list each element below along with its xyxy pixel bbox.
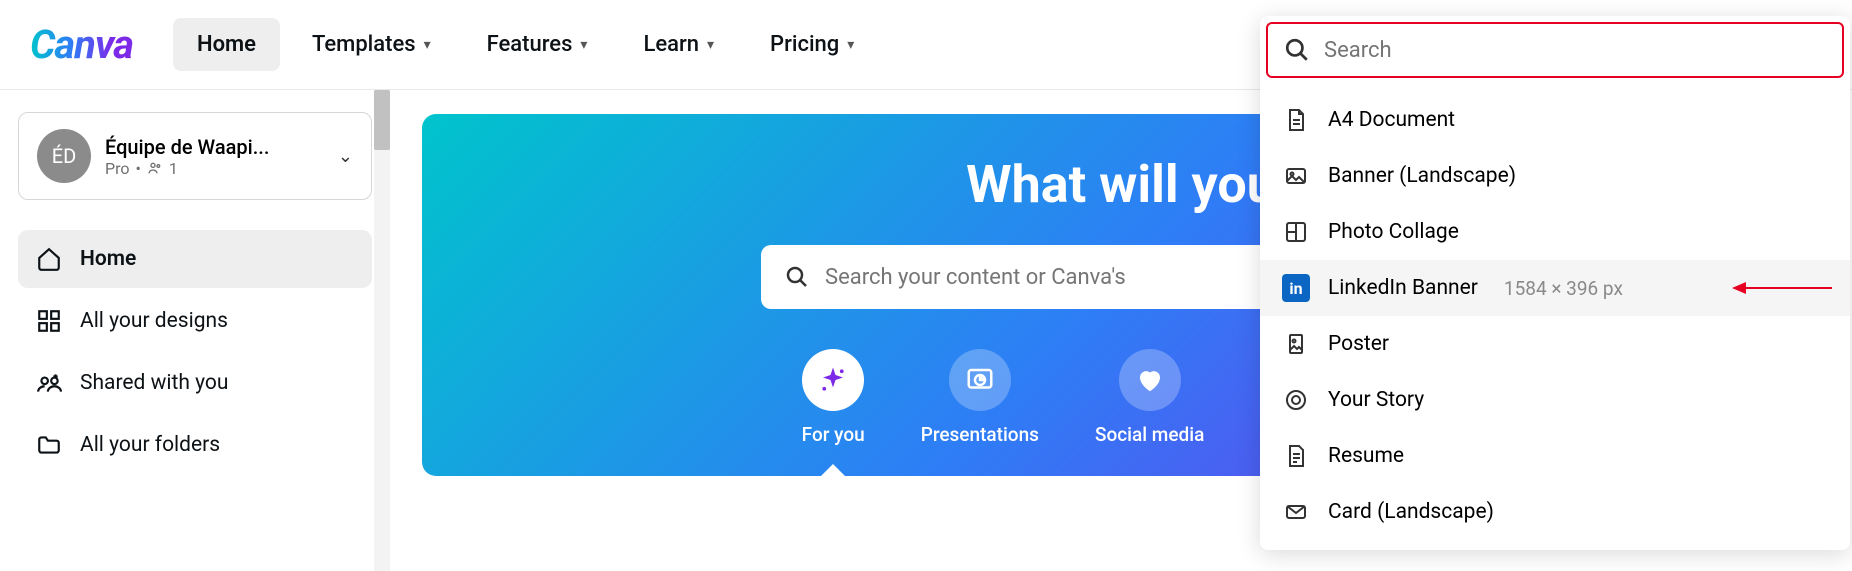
nav-pricing-label: Pricing [770, 32, 839, 57]
sidebar-item-designs[interactable]: All your designs [18, 292, 372, 350]
nav-templates-label: Templates [312, 32, 416, 57]
search-icon [1284, 37, 1310, 63]
nav-features-label: Features [487, 32, 573, 57]
suggestion-a4-document[interactable]: A4 Document [1260, 92, 1850, 148]
suggestion-label: Poster [1328, 332, 1389, 356]
suggestion-label: A4 Document [1328, 108, 1455, 132]
chevron-down-icon: ▾ [580, 37, 587, 53]
suggestion-photo-collage[interactable]: Photo Collage [1260, 204, 1850, 260]
chevron-down-icon: ▾ [424, 37, 431, 53]
sidebar-item-label: All your designs [80, 309, 228, 333]
search-dropdown: A4 Document Banner (Landscape) Photo Col… [1260, 16, 1850, 550]
category-label: Presentations [921, 423, 1039, 446]
search-icon [785, 265, 809, 289]
suggestion-your-story[interactable]: Your Story [1260, 372, 1850, 428]
suggestion-label: Resume [1328, 444, 1404, 468]
collage-icon [1282, 218, 1310, 246]
category-presentations[interactable]: Presentations [921, 349, 1039, 446]
team-member-count: 1 [169, 159, 178, 178]
nav-learn[interactable]: Learn ▾ [619, 18, 738, 71]
suggestion-resume[interactable]: Resume [1260, 428, 1850, 484]
annotation-arrow [1732, 276, 1832, 300]
suggestion-label: Card (Landscape) [1328, 500, 1494, 524]
sidebar-nav: Home All your designs Shared with you Al… [18, 230, 372, 474]
category-label: Social media [1095, 423, 1204, 446]
image-icon [1282, 162, 1310, 190]
shared-icon [36, 370, 62, 396]
sidebar-item-label: Shared with you [80, 371, 228, 395]
folder-icon [36, 432, 62, 458]
suggestion-poster[interactable]: Poster [1260, 316, 1850, 372]
team-plan: Pro [105, 159, 129, 178]
top-search-box[interactable] [1266, 22, 1844, 78]
dot-separator: • [135, 159, 140, 178]
logo[interactable]: Canva [30, 21, 133, 68]
document-icon [1282, 106, 1310, 134]
sidebar: ÉD Équipe de Waapi... Pro • 1 ⌄ Home [0, 90, 390, 571]
sparkle-icon [802, 349, 864, 411]
sidebar-item-shared[interactable]: Shared with you [18, 354, 372, 412]
team-info: Équipe de Waapi... Pro • 1 [105, 135, 324, 178]
nav-features[interactable]: Features ▾ [463, 18, 612, 71]
category-social[interactable]: Social media [1095, 349, 1204, 446]
nav-templates[interactable]: Templates ▾ [288, 18, 455, 71]
main-nav: Home Templates ▾ Features ▾ Learn ▾ Pricing… [173, 18, 878, 71]
team-meta: Pro • 1 [105, 159, 324, 178]
linkedin-icon: in [1282, 274, 1310, 302]
top-search-input[interactable] [1324, 38, 1826, 63]
suggestion-linkedin-banner[interactable]: in LinkedIn Banner 1584 × 396 px [1260, 260, 1850, 316]
nav-pricing[interactable]: Pricing ▾ [746, 18, 878, 71]
team-switcher[interactable]: ÉD Équipe de Waapi... Pro • 1 ⌄ [18, 112, 372, 200]
suggestion-label: Your Story [1328, 388, 1424, 412]
grid-icon [36, 308, 62, 334]
poster-icon [1282, 330, 1310, 358]
suggestion-banner-landscape[interactable]: Banner (Landscape) [1260, 148, 1850, 204]
category-for-you[interactable]: For you [802, 349, 865, 446]
home-icon [36, 246, 62, 272]
suggestion-label: Banner (Landscape) [1328, 164, 1516, 188]
suggestion-dimensions: 1584 × 396 px [1504, 277, 1623, 300]
scrollbar-thumb[interactable] [374, 90, 390, 150]
story-icon [1282, 386, 1310, 414]
sidebar-item-label: All your folders [80, 433, 220, 457]
presentation-icon [949, 349, 1011, 411]
resume-icon [1282, 442, 1310, 470]
chevron-down-icon: ▾ [707, 37, 714, 53]
category-label: For you [802, 423, 865, 446]
nav-home[interactable]: Home [173, 18, 280, 71]
suggestion-label: Photo Collage [1328, 220, 1459, 244]
nav-learn-label: Learn [643, 32, 699, 57]
people-icon [147, 160, 163, 176]
sidebar-item-label: Home [80, 247, 136, 271]
sidebar-item-home[interactable]: Home [18, 230, 372, 288]
card-icon [1282, 498, 1310, 526]
sidebar-scrollbar[interactable] [374, 90, 390, 571]
chevron-down-icon: ⌄ [338, 146, 353, 167]
suggestion-label: LinkedIn Banner [1328, 276, 1478, 300]
suggestion-card-landscape[interactable]: Card (Landscape) [1260, 484, 1850, 540]
team-name: Équipe de Waapi... [105, 135, 324, 159]
heart-icon [1119, 349, 1181, 411]
team-avatar: ÉD [37, 129, 91, 183]
chevron-down-icon: ▾ [847, 37, 854, 53]
active-caret [821, 464, 845, 476]
sidebar-item-folders[interactable]: All your folders [18, 416, 372, 474]
